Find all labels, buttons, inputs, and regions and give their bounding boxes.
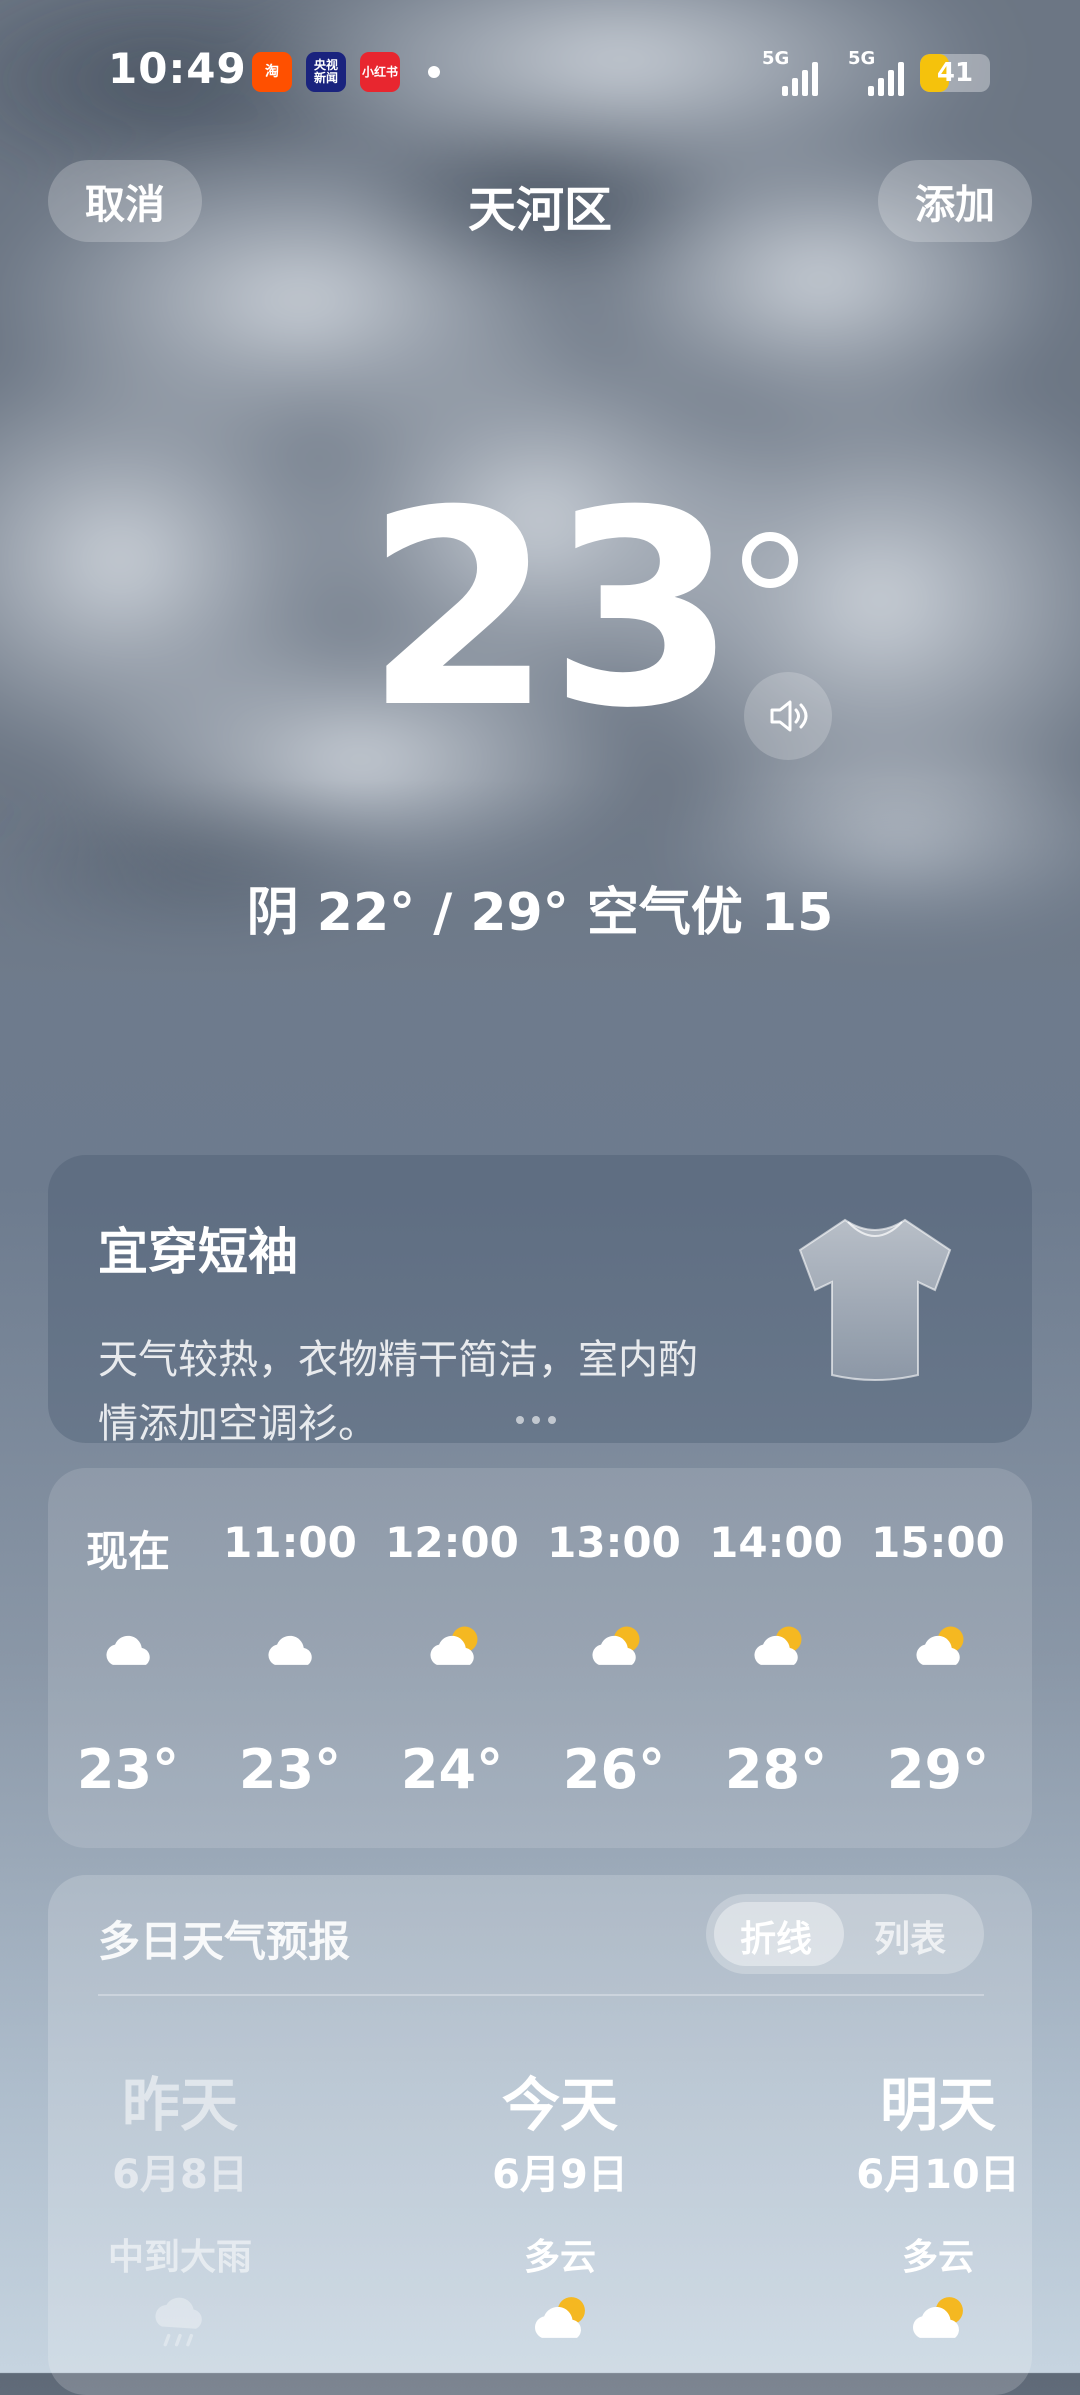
cloud-icon: [260, 1618, 324, 1686]
speaker-button[interactable]: [744, 672, 832, 760]
battery-icon: 41: [920, 54, 990, 92]
partly-cloudy-icon: [746, 1618, 810, 1686]
daily-forecast-title: 多日天气预报: [98, 1917, 351, 1966]
daily-day-label: 昨天: [121, 2071, 238, 2139]
rain-icon: [146, 2288, 214, 2360]
page-indicator: [516, 1416, 556, 1424]
cctv-news-app-icon: 央视 新闻: [306, 52, 346, 92]
status-bar: 10:49 淘 央视 新闻 小红书 5G 5G 41: [0, 0, 1080, 145]
list-view-tab[interactable]: 列表: [874, 1910, 946, 1962]
line-view-tab[interactable]: 折线: [740, 1910, 812, 1962]
status-time: 10:49: [108, 44, 247, 93]
notification-dot-icon: [428, 66, 440, 78]
partly-cloudy-icon: [422, 1618, 486, 1686]
taobao-app-icon: 淘: [252, 52, 292, 92]
view-toggle: 折线 列表: [706, 1894, 984, 1974]
clothing-description: 天气较热，衣物精干简洁，室内酌情添加空调衫。: [98, 1337, 698, 1447]
hourly-time: 13:00: [547, 1518, 681, 1567]
battery-level: 41: [936, 58, 974, 88]
hourly-temperature: 24°: [400, 1738, 504, 1801]
partly-cloudy-icon: [908, 1618, 972, 1686]
daily-weather: 多云: [901, 2237, 974, 2278]
add-button[interactable]: 添加: [878, 160, 1032, 242]
hourly-temperature: 26°: [562, 1738, 666, 1801]
daily-date: 6月8日: [112, 2152, 248, 2198]
hourly-temperature: 23°: [76, 1738, 180, 1801]
hourly-temperature: 23°: [238, 1738, 342, 1801]
weather-summary: 阴 22° / 29° 空气优 15: [246, 883, 834, 943]
degree-symbol-icon: [742, 532, 798, 588]
partly-cloudy-icon: [584, 1618, 648, 1686]
daily-day-label: 今天: [501, 2071, 618, 2139]
hourly-temperature: 29°: [886, 1738, 990, 1801]
speaker-icon: [770, 700, 808, 732]
xiaohongshu-app-icon: 小红书: [360, 52, 400, 92]
cloud-icon: [98, 1618, 162, 1686]
hourly-time: 12:00: [385, 1518, 519, 1567]
daily-date: 6月10日: [856, 2152, 1020, 2198]
hourly-time: 现在: [85, 1527, 170, 1576]
daily-day-label: 明天: [879, 2071, 996, 2139]
daily-weather: 多云: [523, 2237, 596, 2278]
daily-weather: 中到大雨: [107, 2237, 252, 2278]
hourly-temperature: 28°: [724, 1738, 828, 1801]
hourly-time: 14:00: [709, 1518, 843, 1567]
partly-cloudy-icon: [526, 2288, 594, 2360]
hourly-time: 11:00: [223, 1518, 357, 1567]
partly-cloudy-icon: [904, 2288, 972, 2360]
divider: [98, 1994, 984, 1996]
hourly-time: 15:00: [871, 1518, 1005, 1567]
daily-date: 6月9日: [492, 2152, 628, 2198]
clothing-title: 宜穿短袖: [98, 1223, 298, 1281]
t-shirt-icon: [798, 1218, 952, 1381]
current-temperature: 23: [365, 452, 737, 767]
